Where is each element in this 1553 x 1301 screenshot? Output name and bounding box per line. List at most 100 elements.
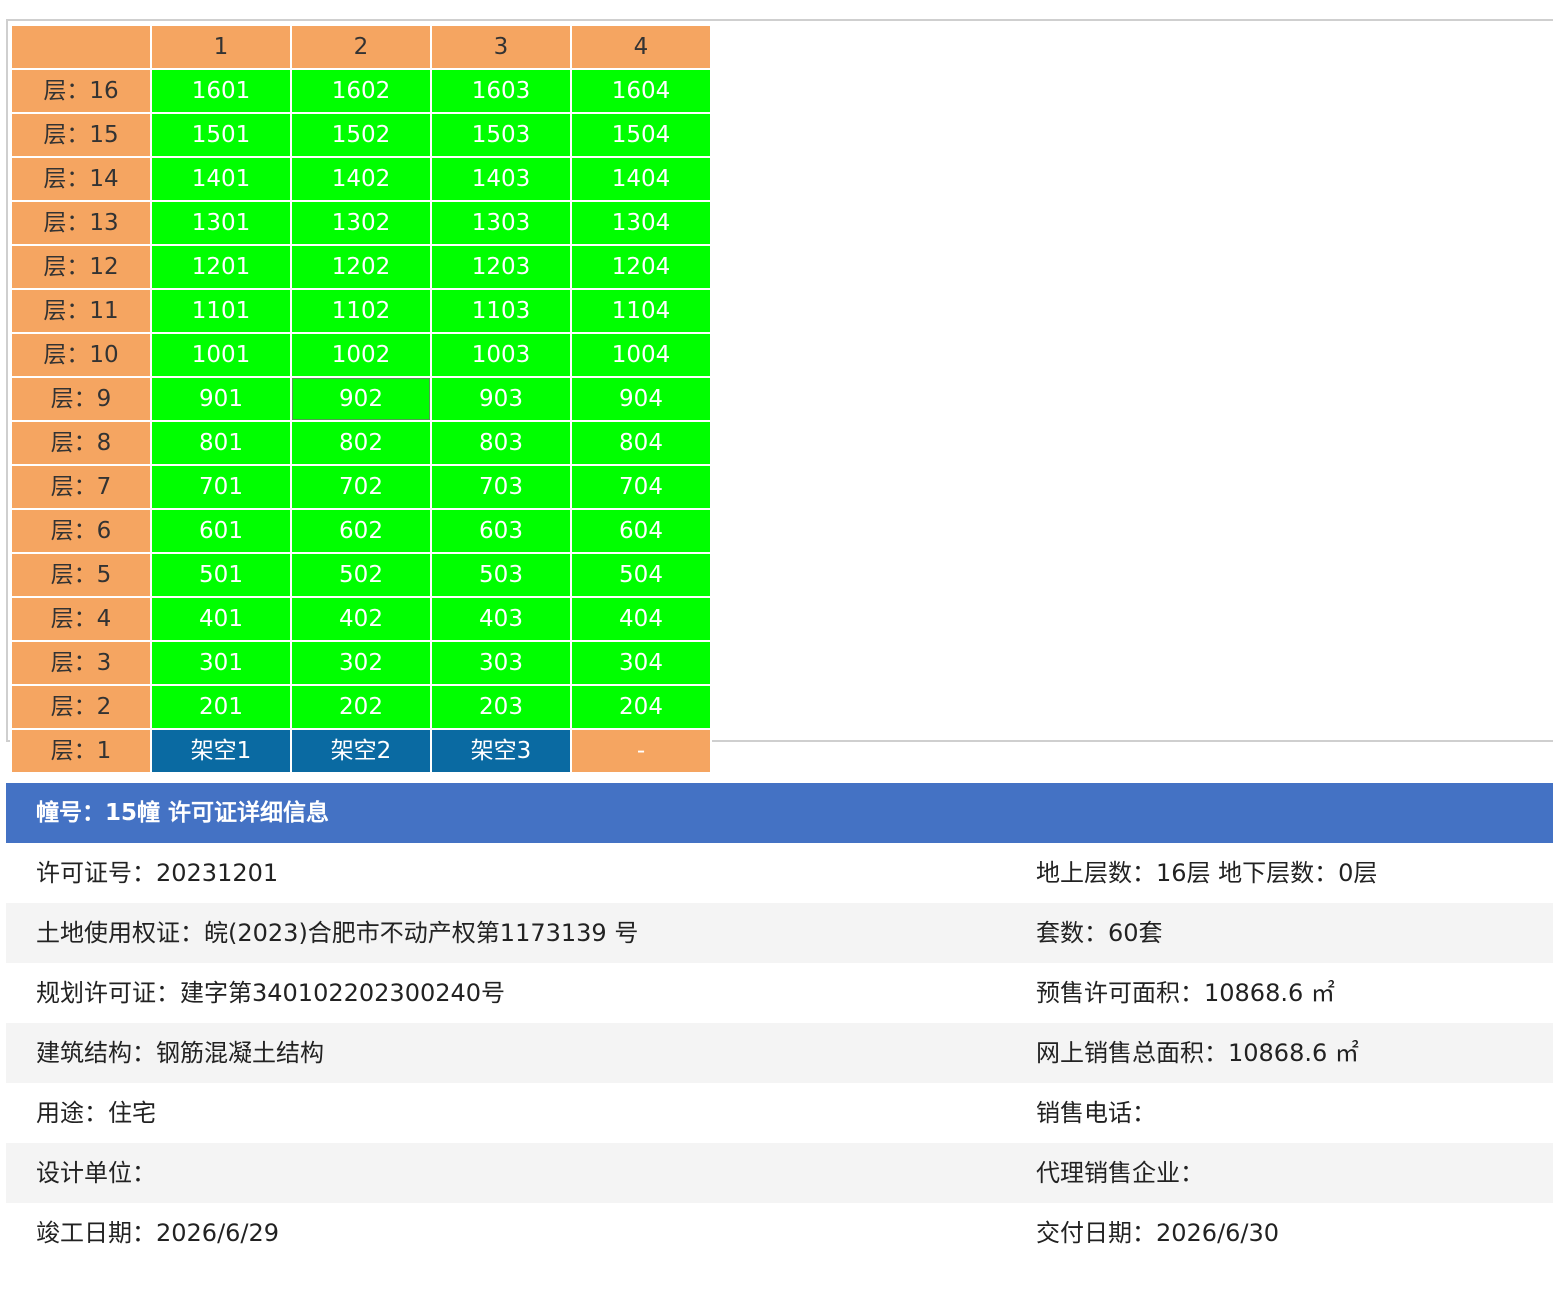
unit-column-header: 4 [570,24,712,70]
unit-cell[interactable]: 204 [570,684,712,730]
info-row: 竣工日期：2026/6/29 交付日期：2026/6/30 [6,1203,1553,1263]
floor-label: 层：8 [10,420,152,466]
floor-unit-table: 1 2 3 4 层：16 1601 1602 1603 1604 层：15 1501 1502 1503… [10,24,712,774]
unit-cell[interactable]: 1401 [150,156,292,202]
unit-cell[interactable]: 1402 [290,156,432,202]
unit-cell[interactable]: 1202 [290,244,432,290]
unit-cell[interactable]: 402 [290,596,432,642]
unit-cell[interactable]: 303 [430,640,572,686]
unit-cell[interactable]: 1204 [570,244,712,290]
info-field-left: 用途：住宅 [36,1099,156,1127]
unit-cell[interactable]: 302 [290,640,432,686]
floor-label: 层：7 [10,464,152,510]
unit-cell[interactable]: 架空1 [150,728,292,774]
unit-cell[interactable]: 1101 [150,288,292,334]
unit-cell[interactable]: 1102 [290,288,432,334]
permit-info-table: 许可证号：20231201 地上层数：16层 地下层数：0层 土地使用权证：皖(20… [6,843,1553,1263]
unit-cell[interactable]: 702 [290,464,432,510]
floor-row: 层：9 901 902 903 904 [10,376,712,422]
unit-cell[interactable]: 1201 [150,244,292,290]
unit-cell[interactable]: 1302 [290,200,432,246]
unit-cell[interactable]: 704 [570,464,712,510]
unit-cell[interactable]: 602 [290,508,432,554]
unit-cell[interactable]: 504 [570,552,712,598]
unit-cell[interactable]: 401 [150,596,292,642]
floor-row: 层：15 1501 1502 1503 1504 [10,112,712,158]
unit-cell[interactable]: 603 [430,508,572,554]
floor-label: 层：11 [10,288,152,334]
unit-cell[interactable]: 403 [430,596,572,642]
floor-label: 层：15 [10,112,152,158]
unit-cell[interactable]: 801 [150,420,292,466]
unit-cell[interactable]: 1602 [290,68,432,114]
unit-cell[interactable]: 1304 [570,200,712,246]
unit-cell[interactable]: 1301 [150,200,292,246]
info-field-left: 竣工日期：2026/6/29 [36,1219,280,1247]
unit-cell[interactable]: 202 [290,684,432,730]
floor-row: 层：6 601 602 603 604 [10,508,712,554]
unit-cell[interactable]: 架空2 [290,728,432,774]
info-field-left: 设计单位： [6,1143,1006,1203]
unit-cell[interactable]: 301 [150,640,292,686]
unit-cell[interactable]: 1603 [430,68,572,114]
floor-row: 层：5 501 502 503 504 [10,552,712,598]
floor-row: 层：1 架空1 架空2 架空3- [10,728,712,774]
unit-cell[interactable]: 1104 [570,288,712,334]
unit-cell[interactable]: 1003 [430,332,572,378]
info-field-right: 套数：60套 [1006,903,1553,963]
unit-cell[interactable]: 601 [150,508,292,554]
floor-label: 层：12 [10,244,152,290]
unit-column-header: 3 [430,24,572,70]
info-field-right: 交付日期：2026/6/30 [1036,1219,1280,1247]
unit-cell[interactable]: 1303 [430,200,572,246]
unit-cell[interactable]: 802 [290,420,432,466]
unit-cell[interactable]: 701 [150,464,292,510]
unit-cell[interactable]: 404 [570,596,712,642]
unit-cell[interactable]: 1002 [290,332,432,378]
unit-column-header: 1 [150,24,292,70]
grid-header-row: 1234 [10,24,712,70]
floor-row: 层：2 201 202 203 204 [10,684,712,730]
floor-label: 层：9 [10,376,152,422]
unit-cell[interactable]: 203 [430,684,572,730]
unit-cell[interactable]: 1103 [430,288,572,334]
unit-cell[interactable]: 1502 [290,112,432,158]
unit-cell[interactable]: 901 [150,376,292,422]
unit-cell[interactable]: 1501 [150,112,292,158]
unit-cell[interactable]: 1503 [430,112,572,158]
unit-cell[interactable]: 903 [430,376,572,422]
info-field-left: 建筑结构：钢筋混凝土结构 [6,1023,1006,1083]
unit-cell[interactable]: 1203 [430,244,572,290]
unit-cell[interactable]: 502 [290,552,432,598]
unit-cell[interactable]: 1404 [570,156,712,202]
unit-cell[interactable]: 1601 [150,68,292,114]
unit-cell[interactable]: 501 [150,552,292,598]
unit-cell[interactable]: 304 [570,640,712,686]
floor-label: 层：14 [10,156,152,202]
info-field-right: 代理销售企业： [1006,1143,1553,1203]
floor-label: 层：4 [10,596,152,642]
unit-cell[interactable]: 703 [430,464,572,510]
floor-row: 层：12 1201 1202 1203 1204 [10,244,712,290]
unit-column-header: 2 [290,24,432,70]
unit-cell[interactable]: 1403 [430,156,572,202]
permit-info-title: 幢号：15幢 许可证详细信息 [6,783,1553,843]
floor-label: 层：6 [10,508,152,554]
unit-cell[interactable]: 904 [570,376,712,422]
unit-cell[interactable]: 604 [570,508,712,554]
grid-corner-cell [10,24,152,70]
unit-cell[interactable]: 803 [430,420,572,466]
info-field-right: 销售电话： [1036,1099,1156,1127]
unit-cell[interactable]: 804 [570,420,712,466]
unit-cell[interactable]: 902 [290,376,432,422]
unit-cell-empty: - [570,728,712,774]
info-row: 规划许可证：建字第340102202300240号 预售许可面积：10868.6 … [6,963,1553,1023]
unit-cell[interactable]: 1001 [150,332,292,378]
floor-row: 层：4 401 402 403 404 [10,596,712,642]
unit-cell[interactable]: 201 [150,684,292,730]
unit-cell[interactable]: 503 [430,552,572,598]
unit-cell[interactable]: 1504 [570,112,712,158]
unit-cell[interactable]: 架空3 [430,728,572,774]
unit-cell[interactable]: 1004 [570,332,712,378]
unit-cell[interactable]: 1604 [570,68,712,114]
